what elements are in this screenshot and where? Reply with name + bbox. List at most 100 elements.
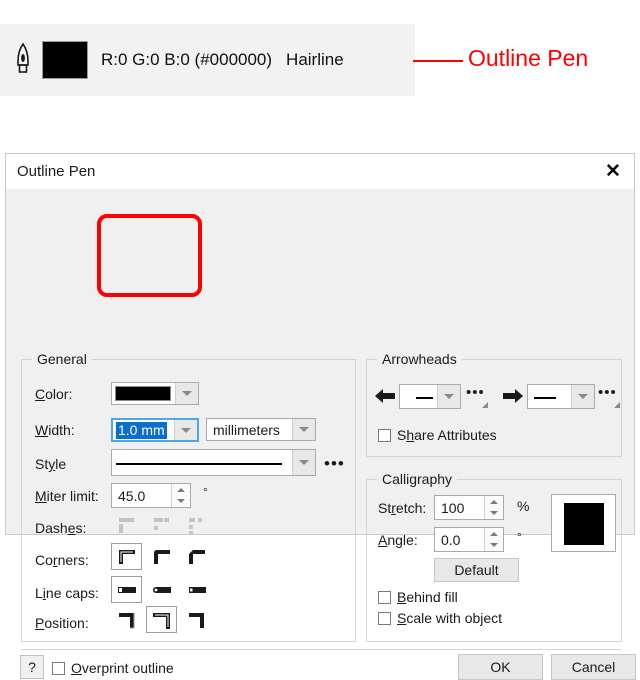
- checkbox-icon[interactable]: [378, 590, 391, 604]
- color-swatch: [115, 386, 171, 401]
- angle-label: Angle:: [378, 532, 418, 548]
- arrow-right-icon: [503, 389, 523, 403]
- line-caps-option-square[interactable]: [181, 576, 212, 603]
- style-combo[interactable]: [111, 449, 316, 476]
- width-label: Width:: [35, 422, 75, 438]
- corners-label: Corners:: [35, 552, 89, 568]
- chevron-down-icon[interactable]: [292, 450, 315, 475]
- miter-limit-unit: °: [203, 485, 208, 499]
- arrowheads-group-legend: Arrowheads: [377, 351, 462, 367]
- angle-unit: °: [517, 530, 522, 544]
- overprint-outline-checkbox[interactable]: Overprint outline: [52, 660, 174, 676]
- end-arrowhead-options-dots: •••: [598, 384, 617, 401]
- miter-limit-label: Miter limit:: [35, 488, 99, 504]
- scale-with-object-checkbox[interactable]: Scale with object: [378, 610, 502, 626]
- cancel-button[interactable]: Cancel: [551, 654, 636, 680]
- style-options-button[interactable]: •••: [324, 454, 345, 474]
- dashes-option-2[interactable]: [146, 512, 177, 539]
- spinner-buttons[interactable]: [484, 496, 503, 519]
- width-combo[interactable]: 1.0 mm: [111, 418, 199, 442]
- angle-spinner[interactable]: 0.0: [434, 527, 504, 552]
- status-width-text: Hairline: [286, 50, 344, 69]
- dialog-title: Outline Pen: [17, 163, 96, 180]
- checkbox-icon[interactable]: [378, 611, 391, 625]
- start-arrowhead-preview: [400, 385, 437, 408]
- position-label: Position:: [35, 615, 89, 631]
- stretch-value[interactable]: 100: [435, 496, 484, 519]
- end-arrowhead-options-button[interactable]: •••: [598, 385, 624, 409]
- spinner-up-icon[interactable]: [485, 528, 503, 540]
- checkbox-icon[interactable]: [52, 661, 65, 675]
- chevron-down-icon[interactable]: [292, 419, 315, 440]
- style-label: Style: [35, 456, 67, 472]
- close-icon[interactable]: ✕: [598, 157, 628, 185]
- position-option-inside[interactable]: [181, 606, 212, 633]
- checkbox-icon[interactable]: [378, 428, 391, 442]
- spinner-down-icon[interactable]: [485, 540, 503, 552]
- dash-line-icon: [416, 396, 433, 399]
- help-button[interactable]: ?: [20, 655, 44, 679]
- position-option-outside[interactable]: [111, 606, 142, 633]
- footer-separator: [21, 649, 621, 650]
- spinner-down-icon[interactable]: [485, 508, 503, 520]
- spinner-down-icon[interactable]: [172, 496, 190, 508]
- status-color-swatch: [42, 41, 88, 79]
- angle-value[interactable]: 0.0: [435, 528, 484, 551]
- start-arrowhead-combo[interactable]: [399, 384, 461, 409]
- stretch-label: Stretch:: [378, 500, 427, 516]
- outline-pen-dialog: Outline Pen ✕ General Color: Width: 1.0 …: [5, 153, 636, 680]
- width-value-text: 1.0 mm: [116, 422, 167, 439]
- dashes-option-3[interactable]: [181, 512, 212, 539]
- spinner-buttons[interactable]: [171, 484, 190, 507]
- overprint-outline-label: Overprint outline: [71, 660, 174, 676]
- start-arrowhead-options-dots: •••: [466, 384, 485, 401]
- status-rgb-text: R:0 G:0 B:0 (#000000): [101, 50, 273, 69]
- width-input[interactable]: 1.0 mm: [113, 420, 174, 440]
- scale-with-object-label: Scale with object: [397, 610, 503, 626]
- spinner-up-icon[interactable]: [485, 496, 503, 508]
- corners-option-miter[interactable]: [111, 543, 142, 570]
- behind-fill-label: Behind fill: [397, 589, 458, 605]
- spinner-buttons[interactable]: [484, 528, 503, 551]
- ok-button[interactable]: OK: [458, 654, 543, 680]
- corners-option-round[interactable]: [146, 543, 177, 570]
- color-combo[interactable]: [111, 382, 199, 405]
- dashes-label: Dashes:: [35, 520, 87, 536]
- share-attributes-label: Share Attributes: [397, 427, 497, 443]
- end-arrowhead-combo[interactable]: [527, 384, 595, 409]
- annotation-leader-line: [413, 60, 463, 62]
- default-button[interactable]: Default: [434, 558, 519, 582]
- arrow-left-icon: [375, 389, 395, 403]
- stretch-unit: %: [517, 498, 530, 514]
- share-attributes-checkbox[interactable]: Share Attributes: [378, 427, 497, 443]
- chevron-down-icon[interactable]: [437, 385, 460, 408]
- position-option-centered[interactable]: [146, 606, 177, 633]
- stretch-spinner[interactable]: 100: [434, 495, 504, 520]
- nib-shape: [564, 503, 604, 545]
- line-caps-option-round[interactable]: [146, 576, 177, 603]
- pen-nib-icon: [17, 43, 29, 73]
- dialog-titlebar: Outline Pen ✕: [6, 154, 634, 189]
- start-arrowhead-options-button[interactable]: •••: [466, 385, 492, 409]
- solid-line-icon: [116, 462, 282, 465]
- flyout-triangle-icon: [482, 402, 488, 408]
- miter-limit-value[interactable]: 45.0: [112, 484, 171, 507]
- chevron-down-icon[interactable]: [571, 385, 594, 408]
- miter-limit-spinner[interactable]: 45.0: [111, 483, 191, 508]
- dash-line-icon: [534, 396, 556, 399]
- flyout-triangle-icon: [614, 402, 620, 408]
- dashes-option-1[interactable]: [111, 512, 142, 539]
- behind-fill-checkbox[interactable]: Behind fill: [378, 589, 458, 605]
- chevron-down-icon[interactable]: [174, 420, 197, 440]
- units-combo[interactable]: millimeters: [206, 418, 316, 441]
- color-label: Color:: [35, 386, 73, 402]
- corners-option-bevel[interactable]: [181, 543, 212, 570]
- annotation-label: Outline Pen: [468, 45, 589, 71]
- general-group-legend: General: [32, 351, 92, 367]
- end-arrowhead-preview: [528, 385, 571, 408]
- line-caps-option-butt[interactable]: [111, 576, 142, 603]
- spinner-up-icon[interactable]: [172, 484, 190, 496]
- color-combo-body: [112, 383, 175, 404]
- chevron-down-icon[interactable]: [175, 383, 198, 404]
- style-line-preview: [112, 450, 292, 475]
